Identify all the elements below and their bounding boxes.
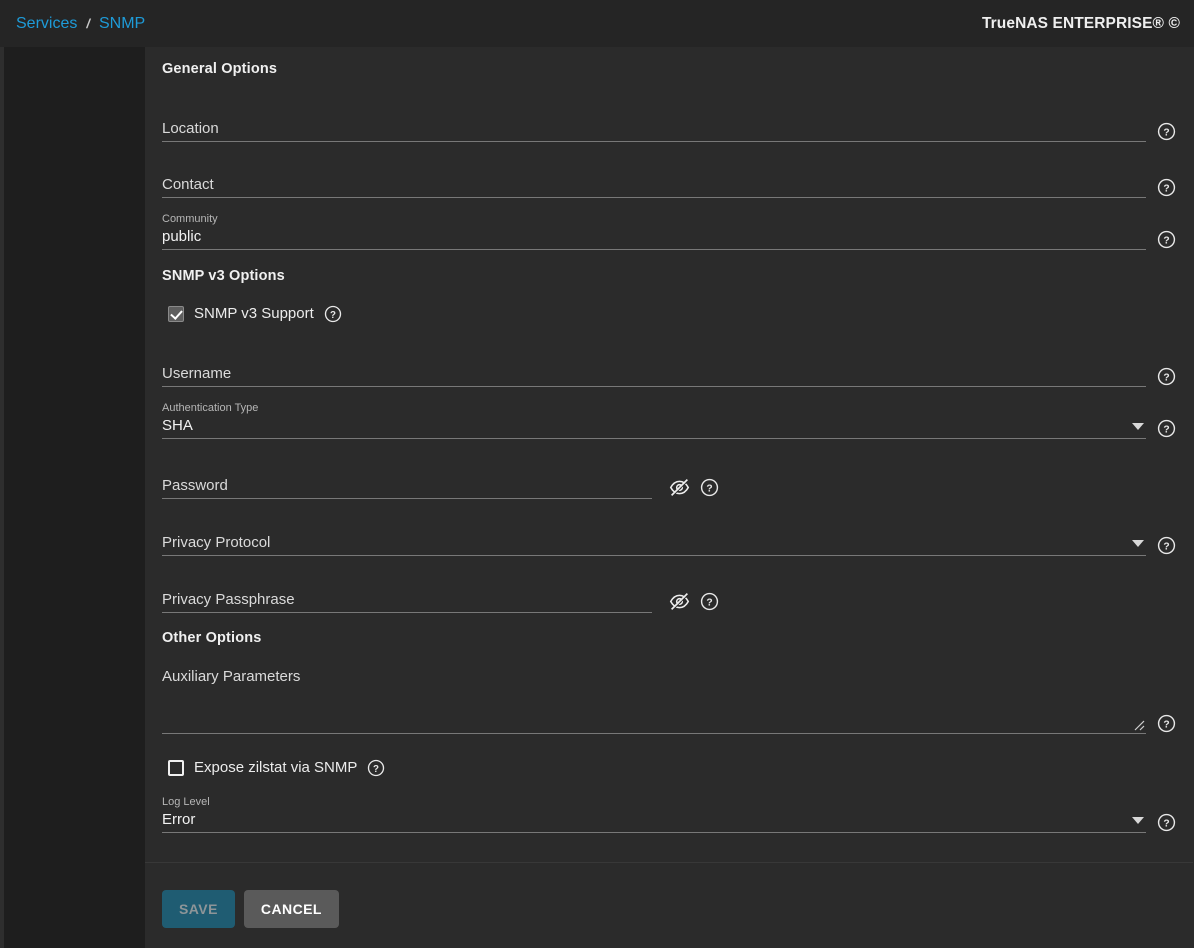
community-value: public (162, 228, 202, 245)
help-circle-icon[interactable]: ? (700, 592, 719, 611)
svg-text:?: ? (1163, 235, 1169, 246)
svg-text:?: ? (330, 310, 336, 321)
expose-zilstat-checkbox[interactable] (168, 760, 184, 776)
location-trailing-icons: ? (1146, 122, 1176, 142)
log-level-label: Log Level (162, 796, 210, 808)
username-label: Username (162, 365, 232, 382)
snmp-v3-support-checkbox[interactable] (168, 306, 184, 322)
password-label: Password (162, 477, 228, 494)
top-bar: Services / SNMP TrueNAS ENTERPRISE® © (0, 0, 1194, 47)
section-title-snmp-v3-options: SNMP v3 Options (162, 268, 285, 284)
location-label: Location (162, 120, 219, 137)
authentication-type-label: Authentication Type (162, 402, 259, 414)
help-circle-icon[interactable]: ? (1157, 367, 1176, 386)
expose-zilstat-label: Expose zilstat via SNMP (194, 759, 358, 776)
svg-text:?: ? (1163, 424, 1169, 435)
privacy-passphrase-trailing-icons: ? (652, 591, 719, 613)
chevron-down-icon[interactable] (1132, 423, 1144, 431)
contact-input[interactable]: Contact (162, 152, 1146, 198)
section-title-general-options: General Options (162, 61, 278, 77)
username-trailing-icons: ? (1146, 367, 1176, 387)
field-contact[interactable]: Contact ? (162, 152, 1176, 198)
field-privacy-protocol[interactable]: Privacy Protocol ? (162, 510, 1176, 556)
checkbox-row-expose-zilstat[interactable]: Expose zilstat via SNMP ? (162, 759, 1176, 777)
svg-text:?: ? (1163, 818, 1169, 829)
help-circle-icon[interactable]: ? (1157, 230, 1176, 249)
sidebar (4, 47, 145, 948)
svg-text:?: ? (1163, 372, 1169, 383)
svg-text:?: ? (1163, 183, 1169, 194)
log-level-select[interactable]: Log Level Error (162, 789, 1146, 833)
auxiliary-parameters-label: Auxiliary Parameters (162, 668, 301, 685)
log-level-trailing-icons: ? (1146, 813, 1176, 833)
privacy-passphrase-input[interactable]: Privacy Passphrase (162, 567, 652, 613)
section-title-other-options: Other Options (162, 630, 262, 646)
svg-text:?: ? (373, 764, 379, 775)
community-label: Community (162, 213, 218, 225)
help-circle-icon[interactable]: ? (1157, 536, 1176, 555)
auxiliary-parameters-textarea[interactable]: Auxiliary Parameters (162, 668, 1146, 734)
snmp-settings-card: General Options Location ? Contact ? Com… (145, 47, 1194, 948)
auxiliary-parameters-trailing-icons: ? (1146, 714, 1176, 734)
field-auxiliary-parameters[interactable]: Auxiliary Parameters ? (162, 668, 1176, 734)
eye-off-icon[interactable] (669, 591, 690, 612)
help-circle-icon[interactable]: ? (1157, 813, 1176, 832)
password-input[interactable]: Password (162, 453, 652, 499)
resize-grip-icon[interactable] (1134, 720, 1145, 731)
community-input[interactable]: Community public (162, 206, 1146, 250)
product-brand-label: TrueNAS ENTERPRISE® © (981, 14, 1180, 32)
svg-text:?: ? (1163, 541, 1169, 552)
chevron-down-icon[interactable] (1132, 540, 1144, 548)
username-input[interactable]: Username (162, 341, 1146, 387)
authentication-type-trailing-icons: ? (1146, 419, 1176, 439)
help-circle-icon[interactable]: ? (324, 305, 342, 323)
svg-text:?: ? (706, 597, 712, 608)
svg-text:?: ? (1163, 719, 1169, 730)
breadcrumb: Services / SNMP (16, 15, 145, 33)
help-circle-icon[interactable]: ? (700, 478, 719, 497)
cancel-button[interactable]: CANCEL (243, 890, 339, 928)
svg-text:?: ? (1163, 127, 1169, 138)
community-trailing-icons: ? (1146, 230, 1176, 250)
help-circle-icon[interactable]: ? (1157, 178, 1176, 197)
field-authentication-type[interactable]: Authentication Type SHA ? (162, 395, 1176, 439)
field-username[interactable]: Username ? (162, 341, 1176, 387)
contact-trailing-icons: ? (1146, 178, 1176, 198)
authentication-type-select[interactable]: Authentication Type SHA (162, 395, 1146, 439)
breadcrumb-snmp-link[interactable]: SNMP (99, 15, 145, 33)
privacy-protocol-select[interactable]: Privacy Protocol (162, 510, 1146, 556)
password-trailing-icons: ? (652, 477, 719, 499)
form-divider (145, 862, 1193, 863)
field-privacy-passphrase[interactable]: Privacy Passphrase ? (162, 567, 1176, 613)
field-password[interactable]: Password ? (162, 453, 1176, 499)
contact-label: Contact (162, 176, 214, 193)
help-circle-icon[interactable]: ? (1157, 714, 1176, 733)
svg-text:?: ? (706, 483, 712, 494)
field-log-level[interactable]: Log Level Error ? (162, 789, 1176, 833)
help-circle-icon[interactable]: ? (1157, 122, 1176, 141)
log-level-value: Error (162, 811, 196, 828)
checkbox-row-snmp-v3-support[interactable]: SNMP v3 Support ? (162, 305, 1176, 323)
privacy-passphrase-label: Privacy Passphrase (162, 591, 295, 608)
help-circle-icon[interactable]: ? (1157, 419, 1176, 438)
privacy-protocol-trailing-icons: ? (1146, 536, 1176, 556)
save-button[interactable]: SAVE (162, 890, 235, 928)
breadcrumb-separator: / (86, 16, 90, 31)
form-actions: SAVE CANCEL (162, 890, 1176, 928)
snmp-v3-support-label: SNMP v3 Support (194, 305, 314, 322)
chevron-down-icon[interactable] (1132, 817, 1144, 825)
breadcrumb-services-link[interactable]: Services (16, 15, 77, 33)
privacy-protocol-label: Privacy Protocol (162, 534, 271, 551)
field-location[interactable]: Location ? (162, 96, 1176, 142)
field-community[interactable]: Community public ? (162, 206, 1176, 250)
eye-off-icon[interactable] (669, 477, 690, 498)
authentication-type-value: SHA (162, 417, 193, 434)
help-circle-icon[interactable]: ? (367, 759, 385, 777)
location-input[interactable]: Location (162, 96, 1146, 142)
